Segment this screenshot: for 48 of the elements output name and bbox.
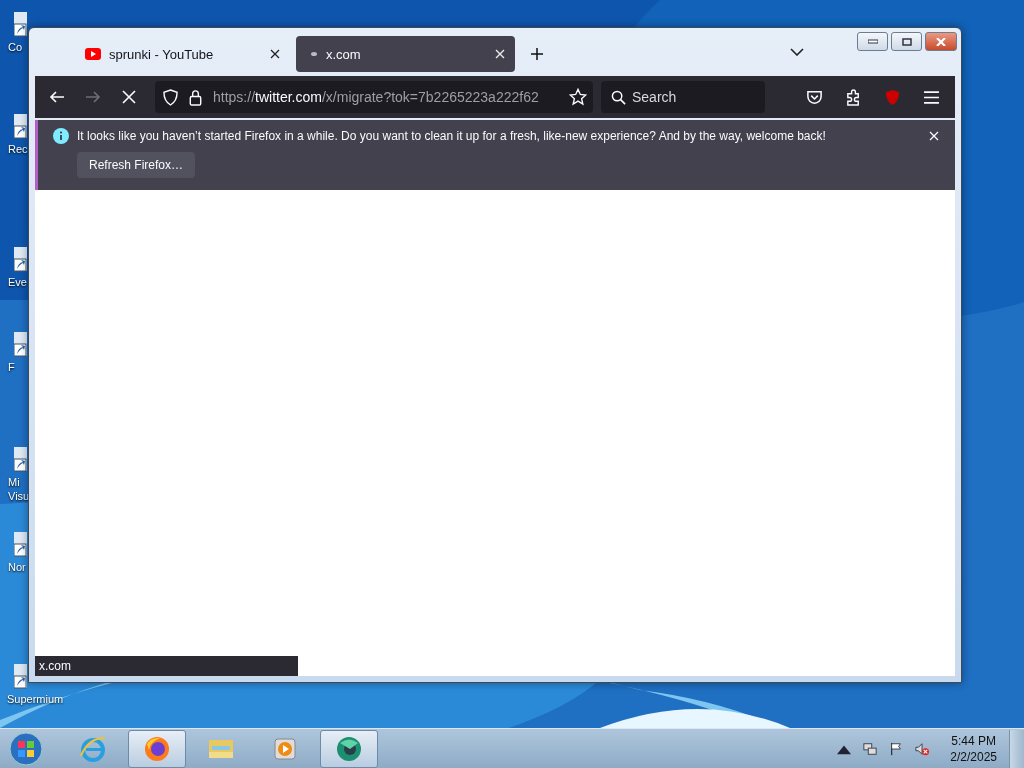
shortcut-icon[interactable] — [14, 245, 27, 275]
network-icon[interactable] — [863, 741, 878, 756]
icon-label: Co — [8, 40, 23, 54]
shortcut-icon[interactable] — [14, 445, 27, 475]
new-tab-icon[interactable] — [531, 48, 543, 60]
shortcut-icon[interactable] — [14, 10, 27, 40]
close-button[interactable] — [925, 32, 957, 51]
clock[interactable]: 5:44 PM 2/2/2025 — [950, 732, 997, 765]
maximize-icon — [901, 37, 912, 46]
minimize-button[interactable] — [857, 32, 888, 51]
icon-label: Visu — [8, 489, 30, 503]
icon-label: Nor — [8, 560, 26, 574]
minimize-icon — [867, 37, 878, 46]
notification-message: It looks like you haven’t started Firefox in a while. Do you want to clean it up for a fresh, like-new experience? And by the way, welcome back! — [77, 129, 827, 143]
shortcut-icon[interactable] — [14, 530, 27, 560]
shortcut-icon[interactable] — [14, 330, 27, 360]
icon-label: F — [8, 360, 15, 374]
search-icon — [611, 89, 626, 106]
info-icon — [53, 128, 69, 144]
refresh-button[interactable]: Refresh Firefox… — [77, 152, 196, 178]
icon-label: Rec — [8, 142, 28, 156]
address-bar[interactable]: https://twitter.com/x/migrate?tok=7b2265223a222f62 — [155, 81, 593, 113]
shortcut-icon[interactable] — [14, 662, 27, 692]
taskbar-app[interactable] — [128, 729, 186, 768]
close-icon — [936, 37, 946, 46]
browser-tab[interactable]: sprunki - YouTube — [71, 36, 290, 72]
play-icon — [85, 48, 101, 60]
maximize-button[interactable] — [891, 32, 922, 51]
start-button[interactable] — [8, 730, 44, 767]
status-text: x.com — [35, 656, 298, 676]
shortcut-icon[interactable] — [14, 112, 27, 142]
time-text: 5:44 PM — [951, 732, 996, 749]
shield-icon[interactable] — [163, 88, 178, 106]
url-text: https://twitter.com/x/migrate?tok=7b2265223a222f62 — [213, 89, 540, 105]
star-icon[interactable] — [569, 88, 587, 106]
taskbar-app[interactable] — [320, 729, 378, 768]
flag-icon[interactable] — [889, 741, 904, 756]
browser-tab[interactable]: x.com — [296, 36, 515, 72]
date-text: 2/2/2025 — [950, 748, 997, 765]
icon-label: Supermium — [7, 692, 64, 706]
speaker-muted-icon[interactable] — [915, 741, 930, 756]
loading-icon — [310, 51, 318, 57]
lock-icon[interactable] — [188, 88, 203, 106]
chevron-icon[interactable] — [790, 48, 804, 56]
close-icon[interactable] — [270, 49, 280, 59]
search-field[interactable]: Search — [601, 81, 765, 113]
icon-label: Mi — [8, 475, 20, 489]
icon-label: Eve — [8, 275, 27, 289]
